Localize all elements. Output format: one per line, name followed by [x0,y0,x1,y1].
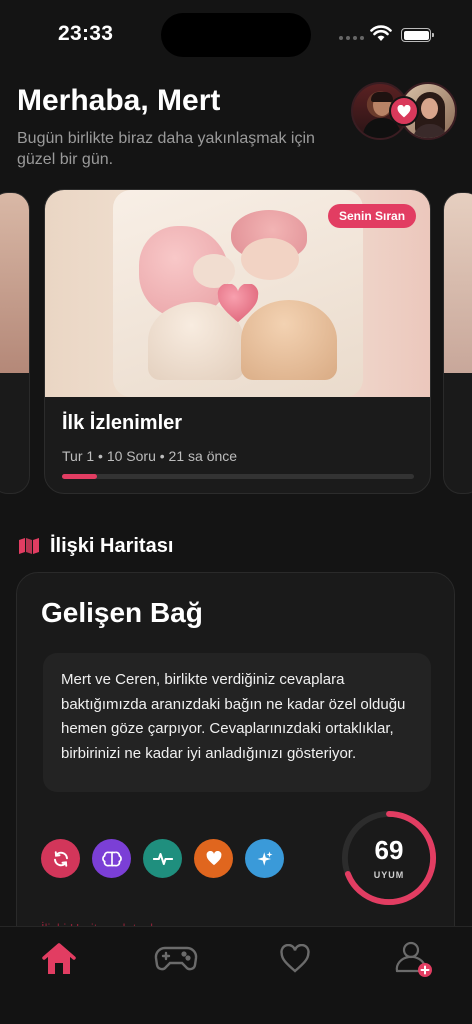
trait-chips [41,839,284,878]
heart-icon [217,284,259,323]
refresh-icon[interactable] [41,839,80,878]
wifi-icon [370,25,392,41]
sparkle-icon[interactable] [245,839,284,878]
card-title: İlk İzlenimler [62,412,183,434]
brain-icon[interactable] [92,839,131,878]
turn-badge: Senin Sıran [328,204,417,228]
heart-outline-icon [280,944,310,973]
status-time: 23:33 [58,22,114,45]
pulse-icon[interactable] [143,839,182,878]
card-meta: Tur 1 • 10 Soru • 21 sa önce [62,448,238,464]
add-user-icon [395,941,432,977]
map-icon [19,538,39,554]
tab-favorites[interactable] [265,939,325,979]
gamepad-icon [154,946,198,971]
tab-games[interactable] [146,939,206,979]
carousel-card-previous[interactable] [0,192,30,494]
compatibility-score: 69 [374,835,404,865]
section-title: İlişki Haritası [50,535,174,557]
cellular-signal-icon [339,36,364,40]
heart-badge-icon [389,96,419,126]
carousel-card-current[interactable]: Senin Sıran İlk İzlenimler Tur 1 • 10 So… [44,189,431,494]
relationship-map-card[interactable]: Gelişen Bağ Mert ve Ceren, birlikte verd… [16,572,455,972]
heart-icon[interactable] [194,839,233,878]
compatibility-label: UYUM [373,870,405,880]
greeting-subtitle: Bugün birlikte biraz daha yakınlaşmak iç… [17,130,315,168]
tab-profile[interactable] [384,939,444,979]
tab-home[interactable] [29,939,89,979]
greeting-title: Merhaba, Mert [17,84,221,117]
couple-avatars[interactable] [351,82,457,142]
relationship-description: Mert ve Ceren, birlikte verdiğiniz cevap… [43,653,431,792]
card-progress-fill [62,474,98,479]
status-bar: 23:33 [0,0,472,70]
dynamic-island [161,13,311,57]
battery-icon [401,28,434,42]
card-progress-bar [62,474,414,479]
relationship-status-title: Gelişen Bağ [41,597,203,628]
carousel-card-next[interactable] [443,192,472,494]
home-icon [42,943,76,974]
